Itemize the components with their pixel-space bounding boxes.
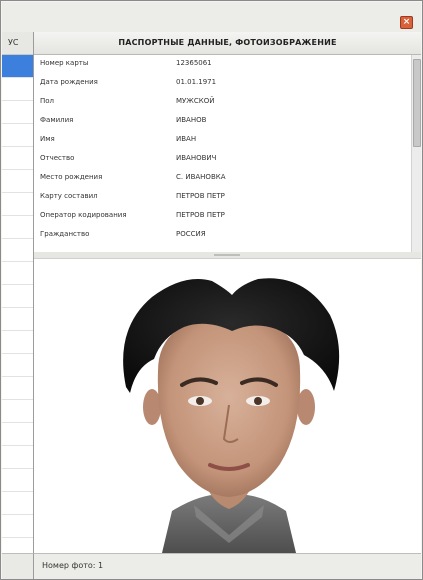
right-iris bbox=[254, 397, 262, 405]
photo-number-text: Номер фото: 1 bbox=[42, 561, 104, 570]
list-row[interactable] bbox=[2, 170, 33, 193]
close-icon: × bbox=[402, 17, 411, 27]
field-label: Имя bbox=[40, 135, 55, 143]
list-row[interactable] bbox=[2, 124, 33, 147]
list-row[interactable] bbox=[2, 354, 33, 377]
list-row[interactable] bbox=[2, 423, 33, 446]
list-row[interactable] bbox=[2, 101, 33, 124]
list-row[interactable] bbox=[2, 492, 33, 515]
list-row[interactable] bbox=[2, 285, 33, 308]
field-label: Гражданство bbox=[40, 230, 90, 238]
close-button[interactable]: × bbox=[400, 16, 413, 29]
field-label: Фамилия bbox=[40, 116, 74, 124]
list-row[interactable] bbox=[2, 78, 33, 101]
field-label: Дата рождения bbox=[40, 78, 98, 86]
field-label: Оператор кодирования bbox=[40, 211, 127, 219]
list-row[interactable] bbox=[2, 515, 33, 538]
list-row[interactable] bbox=[2, 239, 33, 262]
left-status-area bbox=[2, 553, 34, 579]
field-value: ИВАНОВ bbox=[176, 116, 207, 124]
top-toolbar: × bbox=[2, 2, 421, 33]
scrollbar-thumb[interactable] bbox=[413, 59, 421, 147]
field-label: Место рождения bbox=[40, 173, 103, 181]
list-row[interactable] bbox=[2, 331, 33, 354]
status-bar: Номер фото: 1 bbox=[34, 553, 421, 579]
panel-title: ПАСПОРТНЫЕ ДАННЫЕ, ФОТОИЗОБРАЖЕНИЕ bbox=[34, 32, 421, 55]
face-photo bbox=[123, 278, 340, 553]
list-row[interactable] bbox=[2, 147, 33, 170]
field-value: ПЕТРОВ ПЕТР bbox=[176, 192, 225, 200]
field-value: ИВАН bbox=[176, 135, 197, 143]
field-label: Отчество bbox=[40, 154, 75, 162]
list-row[interactable] bbox=[2, 377, 33, 400]
passport-data-table: Номер карты 12365061 Дата рождения 01.01… bbox=[34, 55, 421, 253]
field-label: Карту составил bbox=[40, 192, 98, 200]
field-value: РОССИЯ bbox=[176, 230, 206, 238]
left-iris bbox=[196, 397, 204, 405]
vertical-scrollbar[interactable] bbox=[411, 55, 421, 252]
list-row[interactable] bbox=[2, 216, 33, 239]
list-row[interactable] bbox=[2, 400, 33, 423]
field-value: ПЕТРОВ ПЕТР bbox=[176, 211, 225, 219]
list-row-selected[interactable] bbox=[2, 55, 33, 78]
list-row[interactable] bbox=[2, 446, 33, 469]
field-label: Номер карты bbox=[40, 59, 89, 67]
field-value: 01.01.1971 bbox=[176, 78, 217, 86]
splitter-grip-icon bbox=[214, 254, 240, 256]
field-label: Пол bbox=[40, 97, 55, 105]
field-value: С. ИВАНОВКА bbox=[176, 173, 226, 181]
field-value: МУЖСКОЙ bbox=[176, 97, 215, 105]
photo-viewer bbox=[34, 259, 421, 553]
field-value: 12365061 bbox=[176, 59, 212, 67]
list-row[interactable] bbox=[2, 262, 33, 285]
list-row[interactable] bbox=[2, 308, 33, 331]
application-window: × УС ПАСПОРТНЫЕ ДАННЫЕ, ФОТОИЗОБРАЖЕНИЕ … bbox=[0, 0, 423, 580]
left-column-header[interactable]: УС bbox=[2, 32, 33, 55]
pane-splitter[interactable] bbox=[34, 252, 421, 259]
field-value: ИВАНОВИЧ bbox=[176, 154, 217, 162]
list-row[interactable] bbox=[2, 193, 33, 216]
list-row[interactable] bbox=[2, 469, 33, 492]
left-list-panel: УС bbox=[2, 32, 34, 553]
